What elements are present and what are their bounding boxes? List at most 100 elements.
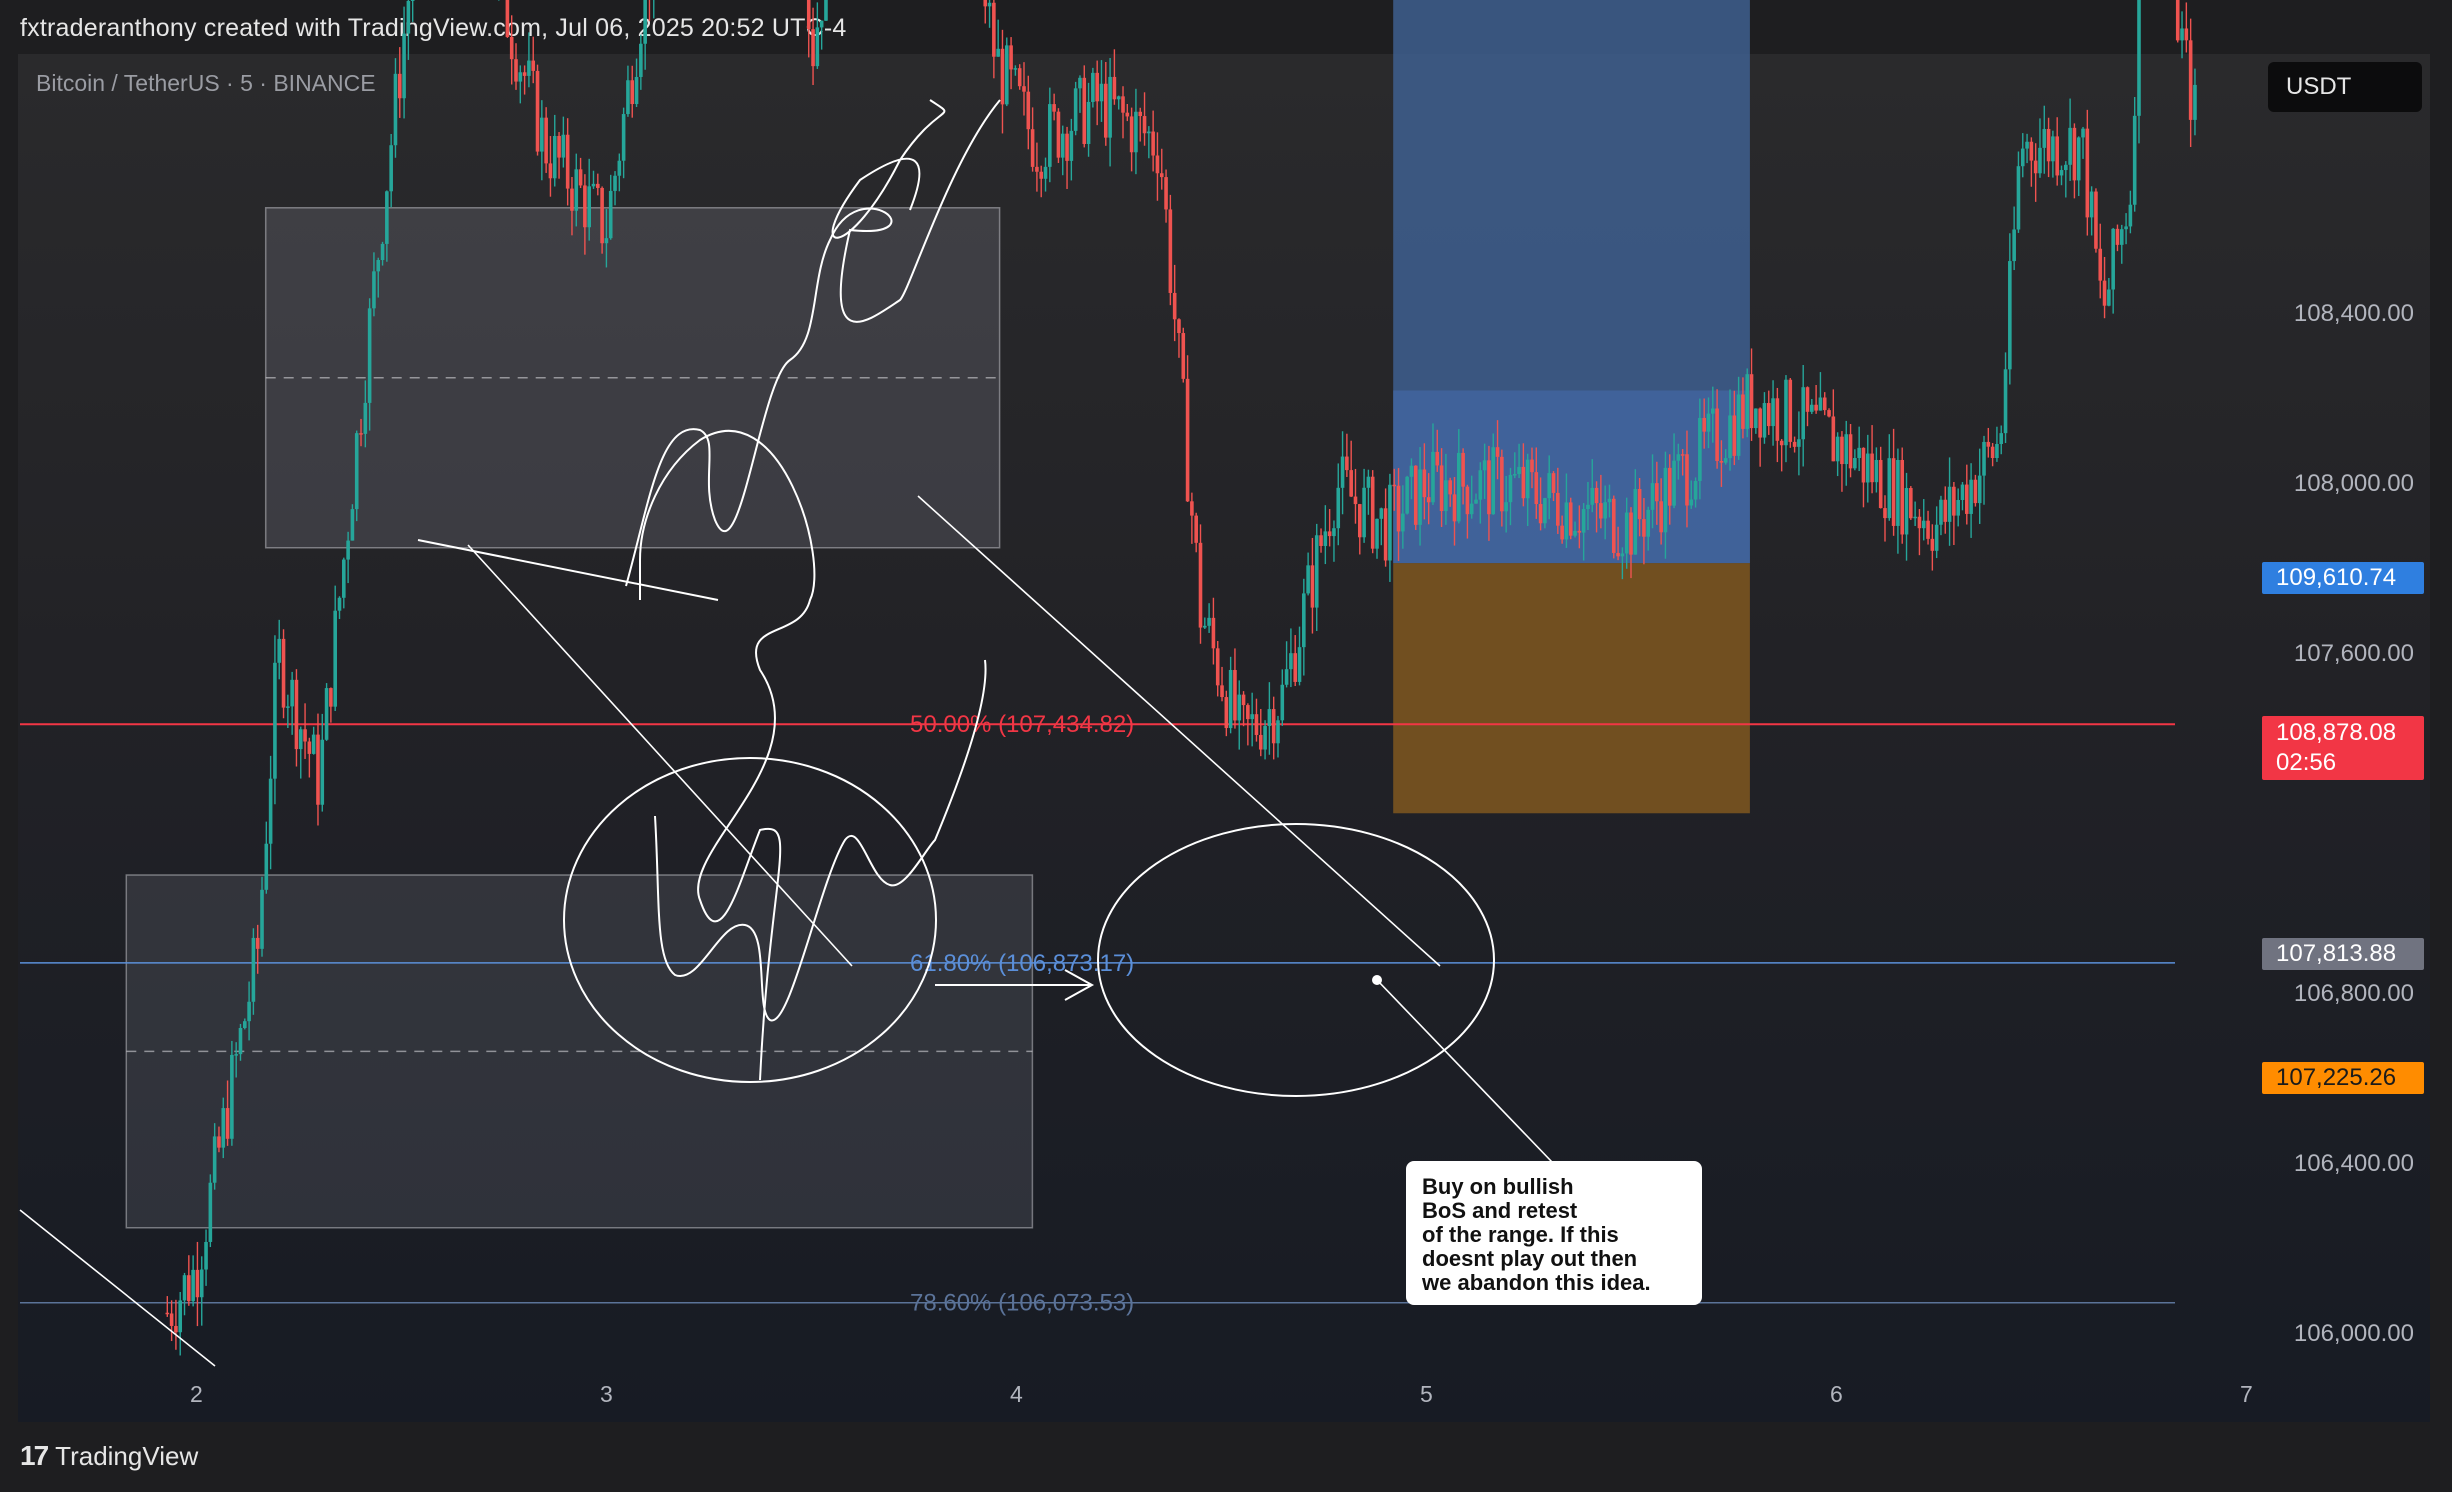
candle-body bbox=[273, 662, 277, 779]
candle-body bbox=[2012, 229, 2016, 262]
candle-body bbox=[1693, 480, 1698, 500]
candle-body bbox=[1095, 72, 1099, 102]
fib-label: 61.80% (106,873.17) bbox=[910, 950, 1134, 977]
candle-body bbox=[1771, 398, 1775, 427]
pointer-line bbox=[1376, 979, 1553, 1163]
candle-body bbox=[1594, 487, 1599, 504]
candle-body bbox=[1611, 498, 1616, 553]
candle-body bbox=[324, 688, 329, 740]
candle-body bbox=[1500, 456, 1504, 512]
candle-body bbox=[1048, 104, 1052, 167]
candle-body bbox=[1052, 104, 1056, 112]
candle-body bbox=[1323, 531, 1328, 546]
candle-body bbox=[1792, 441, 1797, 447]
fib-label: 50.00% (107,434.82) bbox=[910, 711, 1134, 738]
candle-body bbox=[2119, 229, 2124, 245]
candle-body bbox=[264, 843, 269, 890]
candle-body bbox=[329, 688, 333, 707]
time-tick-label: 2 bbox=[190, 1381, 203, 1407]
candle-body bbox=[608, 190, 613, 239]
candle-body bbox=[1599, 503, 1603, 519]
candle-body bbox=[372, 271, 376, 309]
candle-body bbox=[1435, 451, 1440, 466]
candle-body bbox=[410, 0, 415, 1]
candle-body bbox=[2193, 84, 2197, 120]
entry-price-badge: 107,813.88 bbox=[2262, 938, 2424, 970]
candle-body bbox=[1758, 408, 1762, 438]
candle-body bbox=[1969, 479, 1973, 514]
candle-body bbox=[1702, 417, 1706, 432]
candle-body bbox=[2068, 127, 2072, 165]
candle-body bbox=[1715, 408, 1719, 462]
candle-body bbox=[1547, 473, 1552, 499]
candle-body bbox=[320, 739, 325, 805]
candle-body bbox=[604, 238, 609, 244]
candle-body bbox=[2081, 128, 2085, 138]
candle-body bbox=[1405, 476, 1409, 514]
candle-body bbox=[2115, 228, 2120, 245]
symbol-legend[interactable]: Bitcoin / TetherUS · 5 · BINANCE bbox=[36, 70, 376, 97]
candle-body bbox=[1108, 76, 1112, 138]
candle-body bbox=[1560, 525, 1564, 540]
candle-body bbox=[1185, 378, 1190, 502]
currency-button[interactable]: USDT bbox=[2268, 62, 2422, 112]
candle-body bbox=[1431, 451, 1435, 503]
candle-body bbox=[1254, 714, 1259, 735]
price-tick-label: 106,400.00 bbox=[2293, 1150, 2414, 1177]
candle-body bbox=[1999, 433, 2004, 444]
candle-body bbox=[346, 540, 350, 560]
candle-body bbox=[337, 597, 342, 611]
candle-body bbox=[1383, 508, 1388, 561]
candle-body bbox=[1280, 684, 1285, 721]
candle-body bbox=[617, 160, 622, 176]
price-chart[interactable]: 0.00% (109,814.71)50.00% (107,434.82)61.… bbox=[0, 0, 2452, 1492]
candle-body bbox=[583, 185, 587, 228]
candle-body bbox=[1465, 486, 1470, 515]
candle-body bbox=[1082, 77, 1087, 144]
candle-body bbox=[535, 70, 540, 152]
candle-body bbox=[1719, 461, 1724, 463]
candle-body bbox=[1525, 459, 1530, 499]
candle-body bbox=[1840, 436, 1844, 465]
candle-body bbox=[1655, 483, 1659, 502]
footer-brand[interactable]: 17 TradingView bbox=[20, 1440, 198, 1472]
candle-body bbox=[1538, 504, 1543, 524]
candle-body bbox=[1797, 439, 1801, 447]
candle-body bbox=[1921, 520, 1926, 529]
candle-body bbox=[2111, 228, 2115, 290]
candle-body bbox=[2051, 136, 2055, 162]
candle-body bbox=[626, 80, 630, 115]
candle-body bbox=[1667, 467, 1672, 506]
candle-body bbox=[824, 0, 828, 21]
candle-body bbox=[1073, 88, 1078, 131]
candle-body bbox=[1452, 494, 1457, 522]
candle-body bbox=[1396, 485, 1401, 532]
candle-body bbox=[514, 59, 518, 82]
candle-body bbox=[1043, 166, 1048, 179]
fib-label: 78.60% (106,073.53) bbox=[910, 1290, 1134, 1317]
candle-body bbox=[1909, 488, 1913, 519]
candle-body bbox=[1784, 379, 1788, 446]
candle-body bbox=[255, 937, 260, 949]
candle-body bbox=[643, 0, 647, 44]
zone-stop bbox=[1393, 563, 1750, 814]
candle-body bbox=[187, 1275, 191, 1302]
candle-body bbox=[1861, 447, 1866, 483]
candle-body bbox=[1013, 68, 1018, 70]
candle-body bbox=[1263, 726, 1267, 750]
candle-body bbox=[2098, 248, 2103, 281]
candle-body bbox=[1233, 669, 1237, 721]
candle-body bbox=[1241, 694, 1246, 706]
candle-body bbox=[1930, 538, 1935, 551]
candle-body bbox=[290, 679, 294, 707]
candle-body bbox=[1409, 465, 1414, 477]
candle-body bbox=[294, 679, 299, 750]
candle-body bbox=[354, 433, 359, 510]
candle-body bbox=[1870, 453, 1874, 483]
candle-body bbox=[2184, 28, 2189, 41]
candle-body bbox=[1353, 496, 1358, 505]
candle-body bbox=[1336, 487, 1341, 529]
candle-body bbox=[1741, 394, 1745, 429]
candle-body bbox=[1370, 476, 1375, 549]
trade-note[interactable]: Buy on bullish BoS and retest of the ran… bbox=[1406, 1161, 1702, 1305]
